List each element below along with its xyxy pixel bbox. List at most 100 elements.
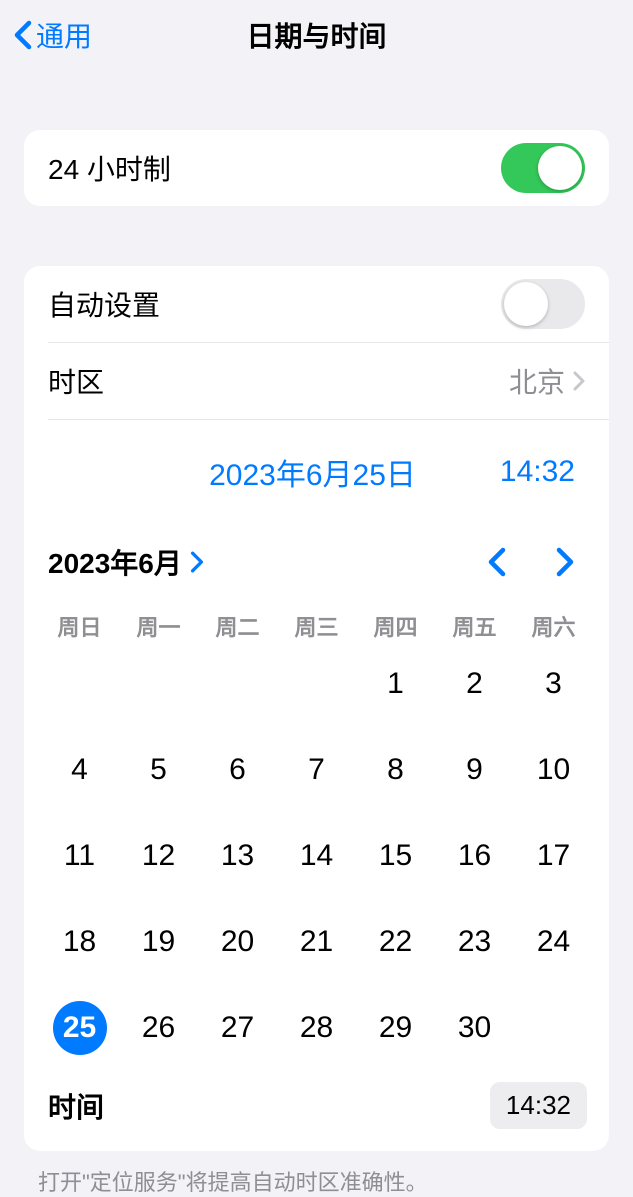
day-cell[interactable]: 4 bbox=[40, 742, 119, 798]
weekday-label: 周六 bbox=[514, 606, 593, 646]
day-number: 19 bbox=[142, 925, 175, 959]
day-cell[interactable]: 9 bbox=[435, 742, 514, 798]
timezone-text: 北京 bbox=[509, 361, 565, 401]
day-cell[interactable]: 30 bbox=[435, 1000, 514, 1056]
prev-month-button[interactable] bbox=[487, 547, 507, 577]
day-cell[interactable]: 16 bbox=[435, 828, 514, 884]
back-button[interactable]: 通用 bbox=[8, 9, 98, 61]
day-number: 18 bbox=[63, 925, 96, 959]
day-cell[interactable]: 15 bbox=[356, 828, 435, 884]
month-nav: 2023年6月 bbox=[24, 518, 609, 600]
day-number: 20 bbox=[221, 925, 254, 959]
month-nav-arrows bbox=[487, 547, 575, 577]
day-cell[interactable]: 2 bbox=[435, 656, 514, 712]
day-number: 7 bbox=[308, 753, 325, 787]
card-24hour: 24 小时制 bbox=[24, 130, 609, 206]
day-number: 28 bbox=[300, 1011, 333, 1045]
toggle-auto-set[interactable] bbox=[501, 279, 585, 329]
label-timezone: 时区 bbox=[48, 361, 104, 401]
page-title: 日期与时间 bbox=[246, 15, 386, 55]
day-number: 16 bbox=[458, 839, 491, 873]
chevron-right-icon bbox=[190, 551, 204, 573]
day-cell[interactable]: 19 bbox=[119, 914, 198, 970]
day-cell[interactable]: 22 bbox=[356, 914, 435, 970]
chevron-left-icon bbox=[14, 20, 32, 50]
time-picker-label: 时间 bbox=[48, 1086, 104, 1126]
calendar-grid: 1234567891011121314151617181920212223242… bbox=[24, 646, 609, 1072]
label-auto-set: 自动设置 bbox=[48, 284, 160, 324]
day-number: 9 bbox=[466, 753, 483, 787]
toggle-knob bbox=[504, 282, 548, 326]
day-number: 14 bbox=[300, 839, 333, 873]
day-cell[interactable]: 25 bbox=[40, 1000, 119, 1056]
day-number: 11 bbox=[64, 839, 95, 873]
row-auto-set: 自动设置 bbox=[24, 266, 609, 342]
day-number: 30 bbox=[458, 1011, 491, 1045]
day-cell[interactable]: 18 bbox=[40, 914, 119, 970]
day-number: 4 bbox=[71, 753, 88, 787]
day-cell-empty bbox=[198, 656, 277, 712]
day-cell[interactable]: 10 bbox=[514, 742, 593, 798]
footer-hint: 打开"定位服务"将提高自动时区准确性。 bbox=[0, 1151, 633, 1197]
row-date-time-display: 2023年6月25日 14:32 bbox=[24, 420, 609, 518]
day-cell[interactable]: 23 bbox=[435, 914, 514, 970]
day-number: 10 bbox=[537, 753, 570, 787]
header: 通用 日期与时间 bbox=[0, 0, 633, 70]
day-number: 29 bbox=[379, 1011, 412, 1045]
label-24hour: 24 小时制 bbox=[48, 148, 171, 188]
chevron-right-icon bbox=[573, 371, 585, 391]
day-cell[interactable]: 8 bbox=[356, 742, 435, 798]
day-number: 21 bbox=[300, 925, 333, 959]
weekday-label: 周一 bbox=[119, 606, 198, 646]
day-cell-empty bbox=[277, 656, 356, 712]
day-number: 12 bbox=[142, 839, 175, 873]
time-picker-button[interactable]: 14:32 bbox=[490, 1082, 587, 1129]
day-number: 25 bbox=[53, 1001, 107, 1055]
day-number: 22 bbox=[379, 925, 412, 959]
day-cell[interactable]: 24 bbox=[514, 914, 593, 970]
date-display[interactable]: 2023年6月25日 bbox=[209, 450, 416, 494]
day-number: 5 bbox=[150, 753, 167, 787]
card-datetime: 自动设置 时区 北京 2023年6月25日 14:32 2023年6月 bbox=[24, 266, 609, 1151]
day-number: 1 bbox=[387, 667, 404, 701]
day-number: 6 bbox=[229, 753, 246, 787]
day-number: 13 bbox=[221, 839, 254, 873]
weekday-label: 周三 bbox=[277, 606, 356, 646]
day-cell[interactable]: 5 bbox=[119, 742, 198, 798]
month-label: 2023年6月 bbox=[48, 542, 182, 582]
day-cell[interactable]: 21 bbox=[277, 914, 356, 970]
row-time-picker: 时间 14:32 bbox=[24, 1072, 609, 1151]
day-cell[interactable]: 13 bbox=[198, 828, 277, 884]
day-cell[interactable]: 7 bbox=[277, 742, 356, 798]
row-timezone[interactable]: 时区 北京 bbox=[24, 343, 609, 419]
weekday-label: 周五 bbox=[435, 606, 514, 646]
day-cell[interactable]: 12 bbox=[119, 828, 198, 884]
toggle-knob bbox=[538, 146, 582, 190]
day-cell[interactable]: 29 bbox=[356, 1000, 435, 1056]
day-cell[interactable]: 11 bbox=[40, 828, 119, 884]
time-display[interactable]: 14:32 bbox=[500, 455, 575, 489]
month-picker-button[interactable]: 2023年6月 bbox=[48, 542, 204, 582]
day-cell[interactable]: 17 bbox=[514, 828, 593, 884]
day-number: 26 bbox=[142, 1011, 175, 1045]
day-number: 3 bbox=[545, 667, 562, 701]
day-cell[interactable]: 1 bbox=[356, 656, 435, 712]
day-cell[interactable]: 27 bbox=[198, 1000, 277, 1056]
day-cell[interactable]: 26 bbox=[119, 1000, 198, 1056]
day-cell[interactable]: 14 bbox=[277, 828, 356, 884]
day-number: 2 bbox=[466, 667, 483, 701]
day-cell[interactable]: 6 bbox=[198, 742, 277, 798]
next-month-button[interactable] bbox=[555, 547, 575, 577]
value-timezone: 北京 bbox=[509, 361, 585, 401]
day-cell[interactable]: 3 bbox=[514, 656, 593, 712]
weekday-label: 周日 bbox=[40, 606, 119, 646]
row-24hour: 24 小时制 bbox=[24, 130, 609, 206]
day-number: 23 bbox=[458, 925, 491, 959]
day-cell-empty bbox=[119, 656, 198, 712]
day-cell[interactable]: 28 bbox=[277, 1000, 356, 1056]
toggle-24hour[interactable] bbox=[501, 143, 585, 193]
day-number: 27 bbox=[221, 1011, 254, 1045]
weekday-label: 周二 bbox=[198, 606, 277, 646]
day-cell[interactable]: 20 bbox=[198, 914, 277, 970]
back-label: 通用 bbox=[36, 15, 92, 55]
